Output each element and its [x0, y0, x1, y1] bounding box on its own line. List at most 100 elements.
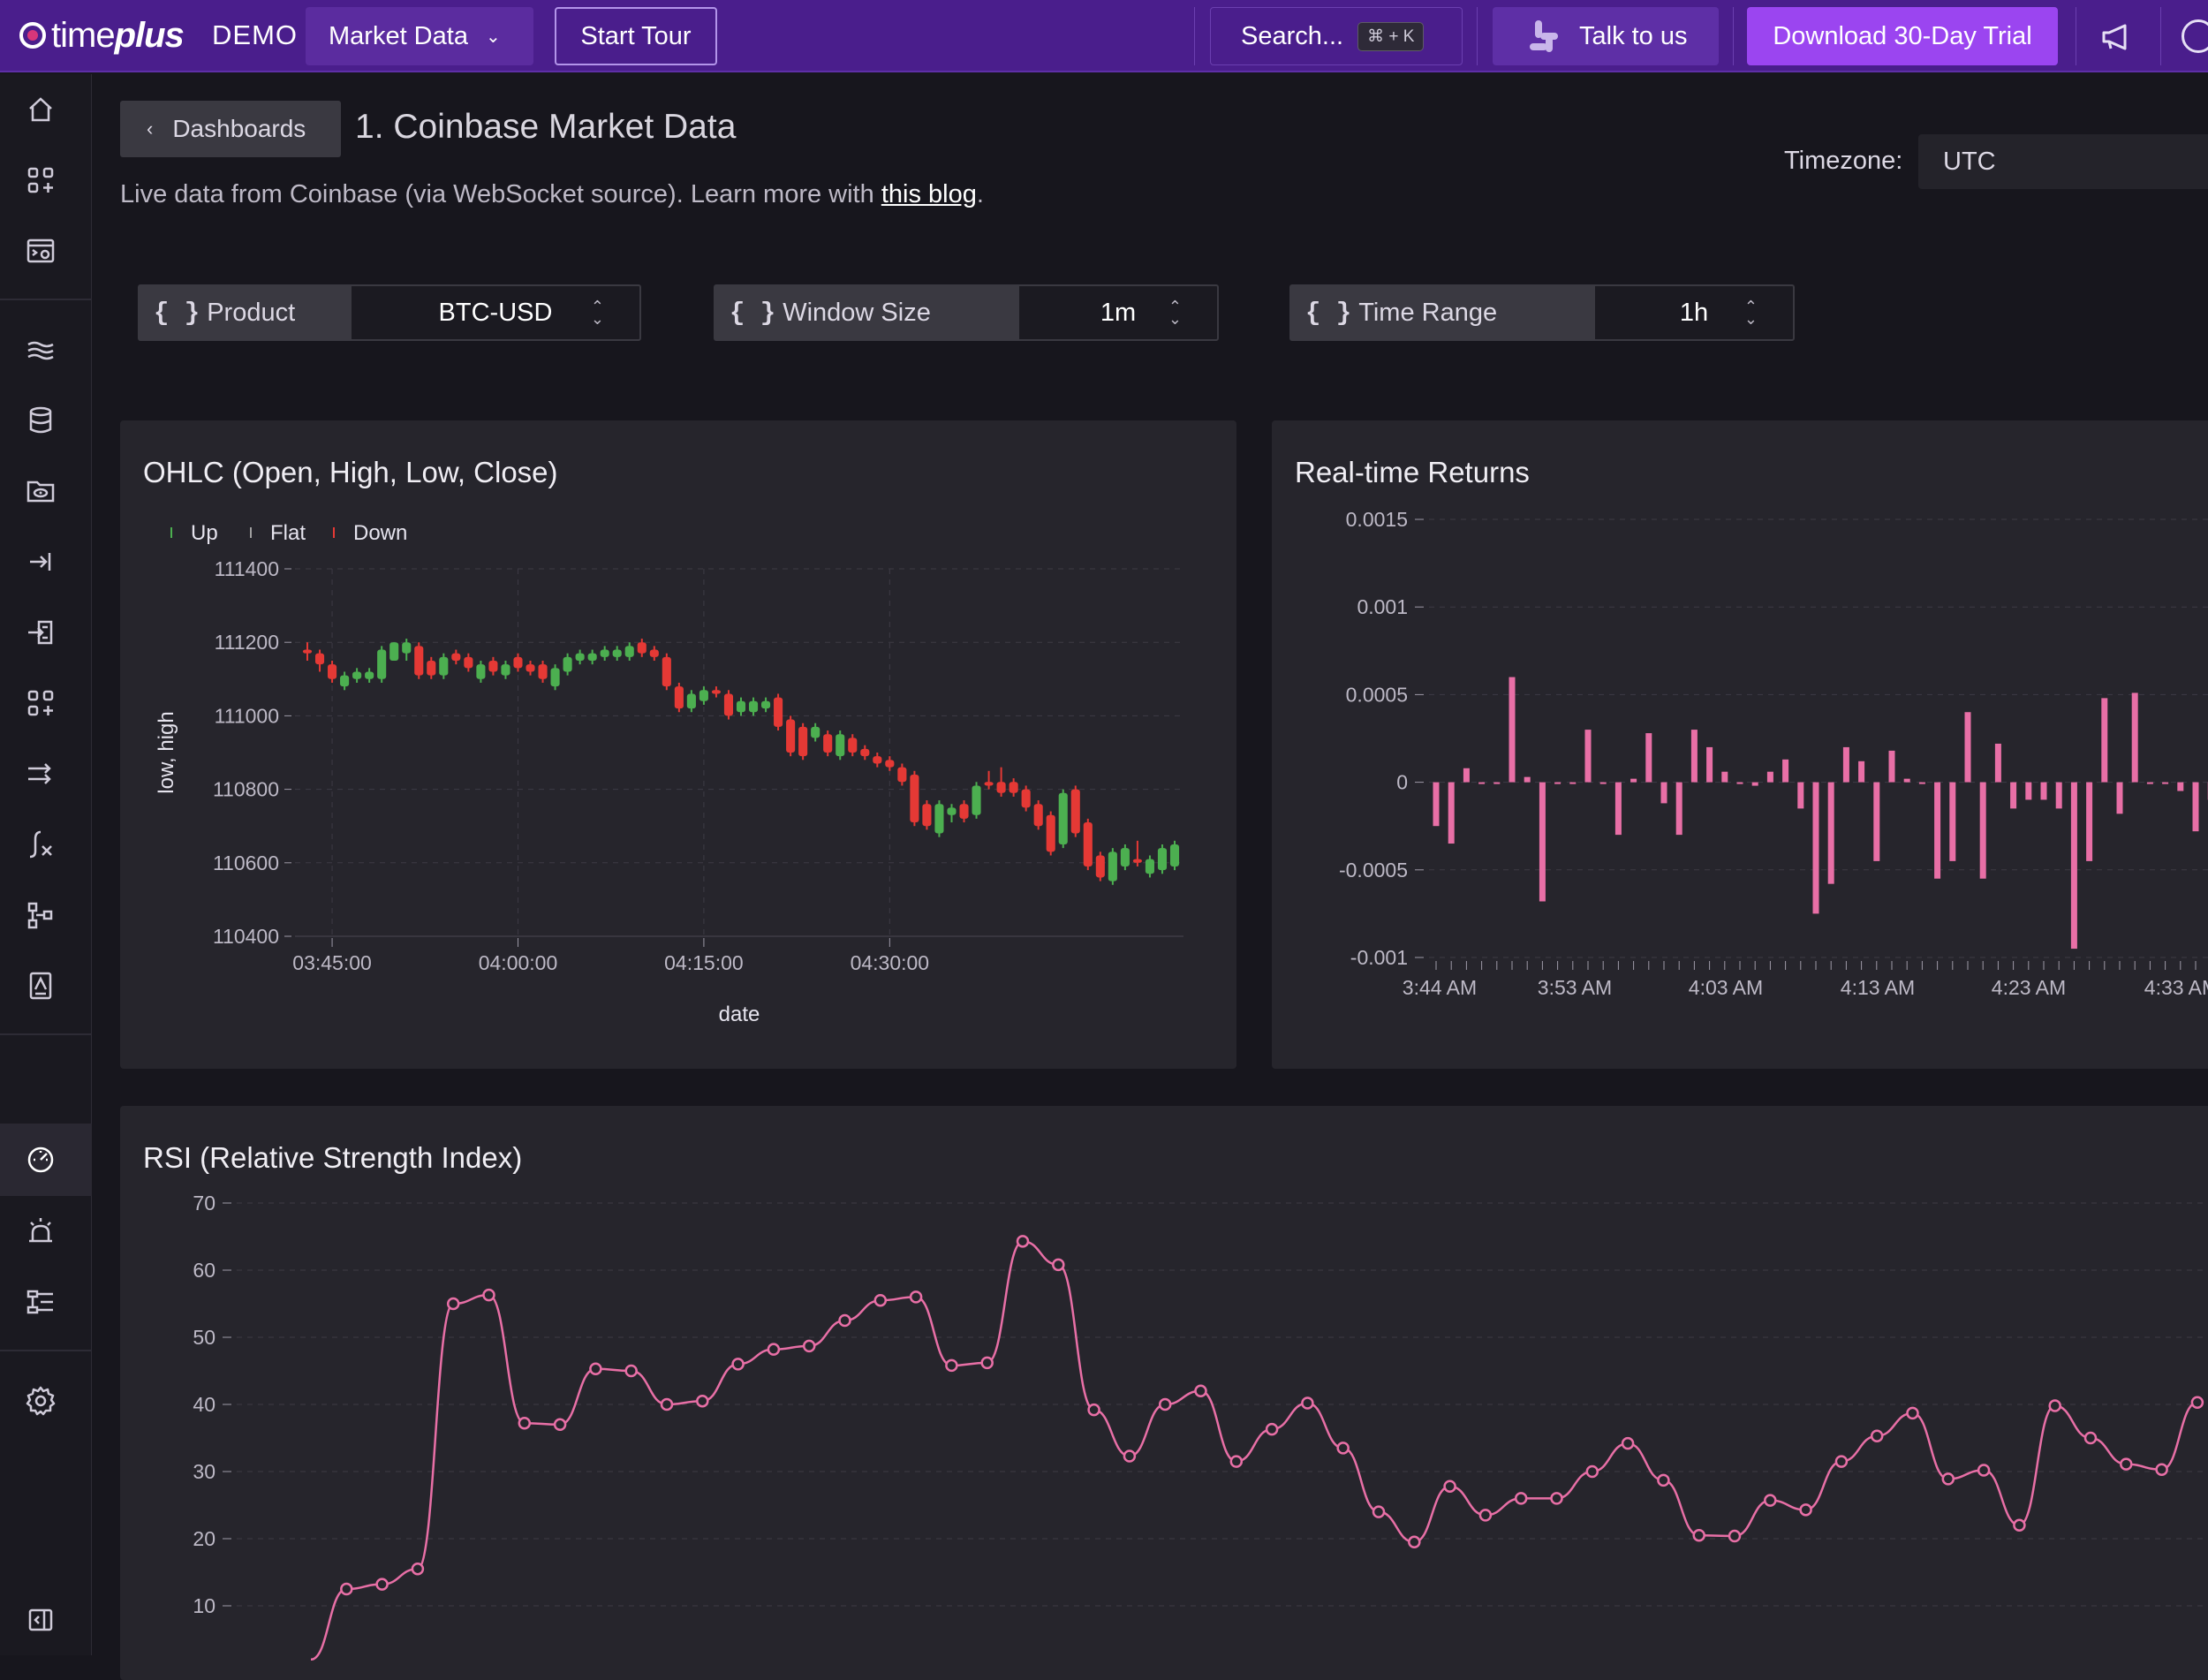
rsi-point	[1231, 1457, 1242, 1467]
rsi-point	[2014, 1520, 2024, 1531]
y-axis-label: low, high	[155, 711, 178, 793]
x-tick-label: 4:33 AM	[2144, 976, 2208, 999]
return-bar	[1493, 783, 1500, 784]
sources-icon[interactable]	[23, 544, 58, 579]
functions-icon[interactable]	[23, 827, 58, 862]
start-tour-button[interactable]: Start Tour	[555, 7, 717, 65]
collapse-sidebar-icon[interactable]	[23, 1602, 58, 1638]
slack-icon	[1528, 20, 1560, 52]
return-bar	[1433, 783, 1440, 827]
help-icon[interactable]	[2182, 19, 2208, 53]
y-tick-label: 110600	[213, 851, 279, 874]
reports-icon[interactable]	[23, 968, 58, 1003]
rsi-point	[1409, 1537, 1419, 1548]
legend-label: Flat	[270, 521, 306, 545]
search-button[interactable]: Search... ⌘ + K	[1210, 7, 1463, 65]
timeplus-logo[interactable]: timeplus	[19, 16, 184, 55]
x-tick-label: 04:30:00	[851, 951, 930, 974]
candle-body	[352, 671, 361, 678]
product-select[interactable]: BTC-USD ⌃⌄	[350, 284, 641, 341]
chevron-left-icon: ‹	[147, 117, 153, 140]
return-bar	[1873, 783, 1879, 861]
updown-chevron-icon: ⌃⌄	[591, 300, 604, 325]
return-bar	[2025, 783, 2031, 800]
return-bar	[2101, 698, 2107, 782]
return-bar	[1569, 783, 1576, 784]
candle-body	[712, 690, 721, 693]
settings-icon[interactable]	[23, 1383, 58, 1419]
views-icon[interactable]	[23, 473, 58, 509]
dashboard-icon[interactable]	[23, 1141, 58, 1177]
workspace-dropdown[interactable]: Market Data ⌄	[306, 7, 533, 65]
rsi-point	[1587, 1466, 1598, 1477]
rsi-point	[377, 1579, 388, 1590]
return-bar	[2086, 783, 2092, 861]
rsi-point	[1373, 1507, 1384, 1517]
timezone-label: Timezone:	[1784, 147, 1902, 176]
braces-icon: { }	[154, 299, 200, 328]
blog-link[interactable]: this blog	[881, 180, 977, 208]
breadcrumb-back-button[interactable]: ‹ Dashboards	[120, 101, 341, 157]
rsi-point	[1053, 1260, 1063, 1270]
alerts-icon[interactable]	[23, 1214, 58, 1249]
return-bar	[1737, 783, 1743, 784]
timezone-select[interactable]: UTC	[1918, 134, 2208, 189]
candle-body	[476, 664, 485, 679]
rsi-point	[1765, 1495, 1775, 1506]
param-label-text: Window Size	[783, 299, 931, 328]
description-text: Live data from Coinbase (via WebSocket s…	[120, 180, 881, 208]
candle-body	[786, 720, 795, 753]
x-tick-label: 04:15:00	[664, 951, 744, 974]
workspace-icon[interactable]	[23, 1284, 58, 1320]
return-bar	[2010, 783, 2016, 809]
candle-body	[315, 654, 324, 664]
rsi-point	[875, 1295, 886, 1305]
pipelines-icon[interactable]	[23, 756, 58, 791]
candle-body	[563, 657, 572, 672]
streams-icon[interactable]	[23, 332, 58, 367]
plugins-icon[interactable]	[23, 685, 58, 721]
candle-body	[873, 756, 881, 763]
candle-body	[947, 807, 956, 814]
time-range-select[interactable]: 1h⌃⌄	[1593, 284, 1795, 341]
braces-icon: { }	[1305, 299, 1351, 328]
return-bar	[1904, 779, 1910, 783]
rsi-point	[1445, 1481, 1456, 1492]
talk-to-us-button[interactable]: Talk to us	[1493, 7, 1719, 65]
param-value: BTC-USD	[439, 299, 553, 328]
candle-body	[625, 646, 634, 656]
description-end: .	[977, 180, 984, 208]
download-trial-button[interactable]: Download 30-Day Trial	[1747, 7, 2058, 65]
candle-body	[538, 664, 547, 679]
return-bar	[1509, 677, 1516, 783]
return-bar	[1843, 747, 1849, 783]
return-bar	[1828, 783, 1834, 884]
candle-body	[934, 804, 943, 833]
sinks-icon[interactable]	[23, 615, 58, 650]
updown-chevron-icon: ⌃⌄	[1168, 300, 1182, 325]
y-tick-label: 60	[193, 1259, 216, 1282]
return-bar	[1706, 747, 1713, 783]
query-icon[interactable]	[23, 233, 58, 269]
candle-body	[749, 701, 758, 712]
y-tick-label: -0.001	[1350, 946, 1408, 969]
announcements-icon[interactable]	[2098, 19, 2134, 55]
window-size-select[interactable]: 1m⌃⌄	[1017, 284, 1219, 341]
return-bar	[2071, 783, 2077, 949]
param-label: { }Time Range	[1289, 284, 1593, 341]
candle-body	[1146, 859, 1154, 874]
candle-body	[699, 690, 708, 700]
y-tick-label: 111400	[215, 557, 279, 580]
return-bar	[1797, 783, 1803, 809]
y-tick-label: 30	[193, 1460, 216, 1483]
home-icon[interactable]	[23, 92, 58, 127]
rsi-point	[448, 1298, 458, 1309]
candle-body	[1121, 848, 1130, 866]
candle-body	[414, 646, 423, 675]
apps-icon[interactable]	[23, 163, 58, 198]
y-tick-label: 111000	[215, 704, 279, 727]
x-axis-label: date	[719, 1003, 760, 1026]
rsi-point	[626, 1366, 637, 1376]
database-icon[interactable]	[23, 403, 58, 438]
lineage-icon[interactable]	[23, 897, 58, 933]
